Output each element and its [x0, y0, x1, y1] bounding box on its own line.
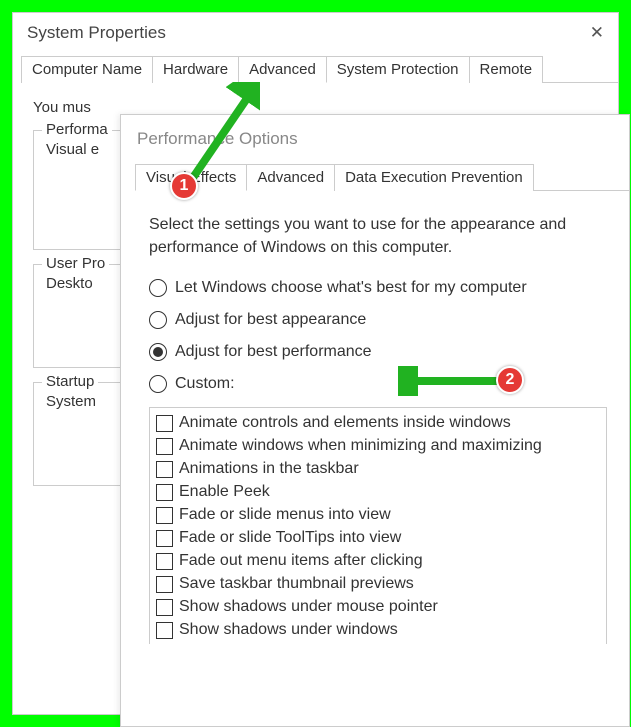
radio-best-appearance[interactable]: Adjust for best appearance [149, 311, 607, 329]
tab-hardware[interactable]: Hardware [152, 56, 239, 83]
radio-icon [149, 375, 167, 393]
checkbox-icon [156, 599, 173, 616]
checkbox-label: Fade or slide menus into view [179, 506, 391, 524]
checkbox-label: Show shadows under windows [179, 621, 398, 639]
radio-let-windows-choose[interactable]: Let Windows choose what's best for my co… [149, 279, 607, 297]
checkbox-icon [156, 438, 173, 455]
checkbox-icon [156, 507, 173, 524]
radio-best-performance[interactable]: Adjust for best performance [149, 343, 607, 361]
effect-checkbox[interactable]: Fade out menu items after clicking [156, 552, 600, 570]
checkbox-label: Animate windows when minimizing and maxi… [179, 437, 542, 455]
checkbox-icon [156, 530, 173, 547]
checkbox-icon [156, 415, 173, 432]
group-label-startup: Startup [42, 373, 98, 390]
tab-system-protection[interactable]: System Protection [326, 56, 470, 83]
effect-checkbox[interactable]: Show shadows under mouse pointer [156, 598, 600, 616]
effect-checkbox[interactable]: Animate windows when minimizing and maxi… [156, 437, 600, 455]
window-title: System Properties [27, 23, 166, 43]
radio-label: Adjust for best performance [175, 343, 372, 361]
tab-computer-name[interactable]: Computer Name [21, 56, 153, 83]
checkbox-label: Animate controls and elements inside win… [179, 414, 511, 432]
checkbox-icon [156, 622, 173, 639]
group-label-performance: Performa [42, 121, 112, 138]
radio-label: Adjust for best appearance [175, 311, 366, 329]
tab-remote[interactable]: Remote [469, 56, 544, 83]
checkbox-label: Show shadows under mouse pointer [179, 598, 438, 616]
tab-advanced[interactable]: Advanced [238, 56, 327, 83]
checkbox-label: Enable Peek [179, 483, 270, 501]
effect-checkbox[interactable]: Save taskbar thumbnail previews [156, 575, 600, 593]
radio-icon [149, 343, 167, 361]
checkbox-icon [156, 576, 173, 593]
effect-checkbox[interactable]: Show shadows under windows [156, 621, 600, 639]
checkbox-icon [156, 461, 173, 478]
checkbox-label: Save taskbar thumbnail previews [179, 575, 414, 593]
annotation-badge-1: 1 [170, 172, 198, 200]
checkbox-icon [156, 484, 173, 501]
effect-checkbox[interactable]: Fade or slide menus into view [156, 506, 600, 524]
radio-icon [149, 311, 167, 329]
checkbox-icon [156, 553, 173, 570]
checkbox-label: Fade or slide ToolTips into view [179, 529, 401, 547]
effect-checkbox[interactable]: Animations in the taskbar [156, 460, 600, 478]
group-label-user: User Pro [42, 255, 109, 272]
checkbox-label: Fade out menu items after clicking [179, 552, 423, 570]
effects-list[interactable]: Animate controls and elements inside win… [149, 407, 607, 644]
effect-checkbox[interactable]: Animate controls and elements inside win… [156, 414, 600, 432]
close-icon[interactable]: ✕ [590, 23, 604, 43]
tabs-sysprops: Computer Name Hardware Advanced System P… [21, 55, 618, 83]
tab-dep[interactable]: Data Execution Prevention [334, 164, 534, 191]
pane-description: Select the settings you want to use for … [149, 213, 607, 259]
radio-icon [149, 279, 167, 297]
annotation-badge-2: 2 [496, 366, 524, 394]
effect-checkbox[interactable]: Enable Peek [156, 483, 600, 501]
checkbox-label: Animations in the taskbar [179, 460, 359, 478]
visual-effects-pane: Select the settings you want to use for … [121, 191, 629, 652]
effect-checkbox[interactable]: Fade or slide ToolTips into view [156, 529, 600, 547]
title-bar: System Properties ✕ [13, 13, 618, 55]
radio-label: Let Windows choose what's best for my co… [175, 279, 527, 297]
radio-label: Custom: [175, 375, 235, 393]
performance-options-window: Performance Options Visual Effects Advan… [120, 114, 630, 727]
radio-custom[interactable]: Custom: [149, 375, 607, 393]
